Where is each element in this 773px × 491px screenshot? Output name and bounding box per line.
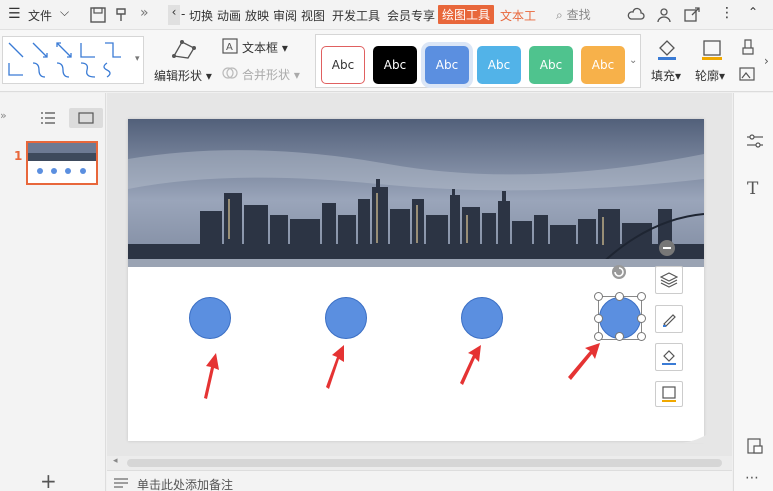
hamburger-icon[interactable]: ☰ — [8, 6, 21, 22]
fill-float-button[interactable] — [655, 343, 683, 371]
notes-icon — [114, 478, 128, 488]
tab-transition[interactable]: 切换 — [189, 7, 213, 24]
edit-shape-icon[interactable] — [170, 36, 198, 64]
slide-thumbnail-1[interactable] — [26, 141, 98, 185]
menu-bar: ☰ 文件 ⌵ » ‹ - 切换 动画 放映 审阅 视图 开发工具 会员专享 绘图… — [0, 0, 773, 30]
red-arrow-4 — [568, 343, 600, 380]
outline-button[interactable]: 轮廓▾ — [695, 67, 725, 84]
slide-design-icon[interactable] — [746, 437, 764, 455]
tab-member[interactable]: 会员专享 — [387, 7, 435, 24]
pen-button[interactable] — [655, 305, 683, 333]
slide-number: 1 — [14, 149, 23, 163]
ribbon-scroll-right-icon[interactable]: › — [764, 54, 769, 68]
layers-button[interactable] — [655, 266, 683, 294]
tab-text-tools[interactable]: 文本工 — [500, 7, 536, 24]
fill-button[interactable]: 填充▾ — [651, 67, 681, 84]
horizontal-scrollbar[interactable]: ◂ — [107, 456, 732, 470]
red-arrow-1 — [204, 353, 219, 399]
style-preset-green[interactable]: Abc — [529, 46, 573, 84]
style-preset-orange[interactable]: Abc — [581, 46, 625, 84]
line-gallery-scroll-icon[interactable]: ▾ — [135, 54, 140, 64]
menu-dash: - — [181, 7, 186, 21]
text-box-icon: A — [222, 38, 238, 54]
notes-placeholder[interactable]: 单击此处添加备注 — [137, 476, 233, 491]
search-box[interactable]: ⌕ 查找 — [556, 6, 591, 23]
effects-icon[interactable] — [740, 38, 756, 56]
tab-view[interactable]: 视图 — [301, 7, 325, 24]
slide-thumbnail-panel: » 1 + — [0, 93, 106, 491]
fill-bucket-float-icon — [662, 350, 676, 365]
merge-shape-icon — [222, 67, 238, 79]
add-slide-button[interactable]: + — [40, 469, 57, 491]
scroll-left-icon[interactable]: ‹ — [168, 5, 180, 25]
fill-bucket-icon — [658, 40, 676, 60]
scroll-left-arrow-icon[interactable]: ◂ — [113, 456, 118, 466]
page-curl-decoration — [682, 411, 732, 443]
slide-thumbnail-image — [28, 143, 96, 174]
picture-effects-icon[interactable] — [738, 65, 758, 83]
svg-text:A: A — [226, 42, 233, 53]
outline-float-icon — [662, 386, 676, 402]
save-icon[interactable] — [89, 6, 107, 24]
search-icon: ⌕ — [556, 8, 563, 22]
line-shapes-icon[interactable] — [3, 37, 143, 83]
slide-view-toggle[interactable] — [69, 108, 103, 128]
tab-review[interactable]: 审阅 — [273, 7, 297, 24]
slide-view-icon — [78, 112, 94, 124]
line-shapes-panel — [2, 36, 144, 84]
right-sidebar: T ⋯ — [733, 93, 773, 491]
properties-icon[interactable] — [746, 133, 764, 149]
user-icon[interactable] — [655, 6, 673, 24]
style-preset-sky[interactable]: Abc — [477, 46, 521, 84]
notes-bar[interactable]: 单击此处添加备注 — [107, 470, 732, 491]
red-arrows-overlay — [204, 343, 600, 399]
text-format-icon[interactable]: T — [747, 179, 758, 199]
outline-float-button[interactable] — [655, 381, 683, 407]
style-preset-blue[interactable]: Abc — [425, 46, 469, 84]
tab-developer[interactable]: 开发工具 — [332, 7, 380, 24]
more-vertical-icon[interactable]: ⋮ — [720, 5, 734, 21]
more-icon[interactable]: » — [140, 5, 149, 21]
pen-icon — [663, 314, 676, 327]
layers-icon — [660, 272, 678, 288]
cloud-icon[interactable] — [627, 6, 645, 24]
outline-view-icon[interactable] — [40, 111, 56, 125]
text-box-button[interactable]: 文本框 ▾ — [242, 39, 288, 56]
collapse-panel-icon[interactable]: » — [0, 109, 7, 122]
ribbon: ▾ 编辑形状 ▾ A 文本框 ▾ 合并形状 ▾ Abc Abc Abc Abc … — [0, 30, 773, 92]
slide-canvas[interactable] — [128, 119, 704, 441]
red-arrow-2 — [326, 345, 344, 389]
chevron-down-icon[interactable]: ⌵ — [60, 5, 69, 20]
edit-shape-button[interactable]: 编辑形状 ▾ — [154, 67, 212, 84]
share-icon[interactable] — [683, 6, 701, 24]
merge-shape-button[interactable]: 合并形状 ▾ — [242, 66, 300, 83]
tab-drawing-tools[interactable]: 绘图工具 — [438, 5, 495, 24]
format-painter-icon[interactable] — [113, 6, 131, 24]
red-arrow-3 — [460, 345, 481, 385]
file-menu[interactable]: 文件 — [28, 7, 52, 24]
style-preset-white[interactable]: Abc — [321, 46, 365, 84]
shape-style-gallery: Abc Abc Abc Abc Abc Abc ⌄ — [315, 34, 641, 88]
more-options-icon[interactable]: ⋯ — [745, 470, 759, 486]
tab-animation[interactable]: 动画 — [217, 7, 241, 24]
style-preset-black[interactable]: Abc — [373, 46, 417, 84]
tab-slideshow[interactable]: 放映 — [245, 7, 269, 24]
scrollbar-thumb[interactable] — [127, 459, 722, 467]
gallery-expand-icon[interactable]: ⌄ — [629, 55, 637, 66]
zoom-out-icon[interactable] — [658, 239, 676, 257]
outline-icon — [702, 40, 722, 60]
chevron-up-icon[interactable]: ⌃ — [748, 5, 758, 19]
